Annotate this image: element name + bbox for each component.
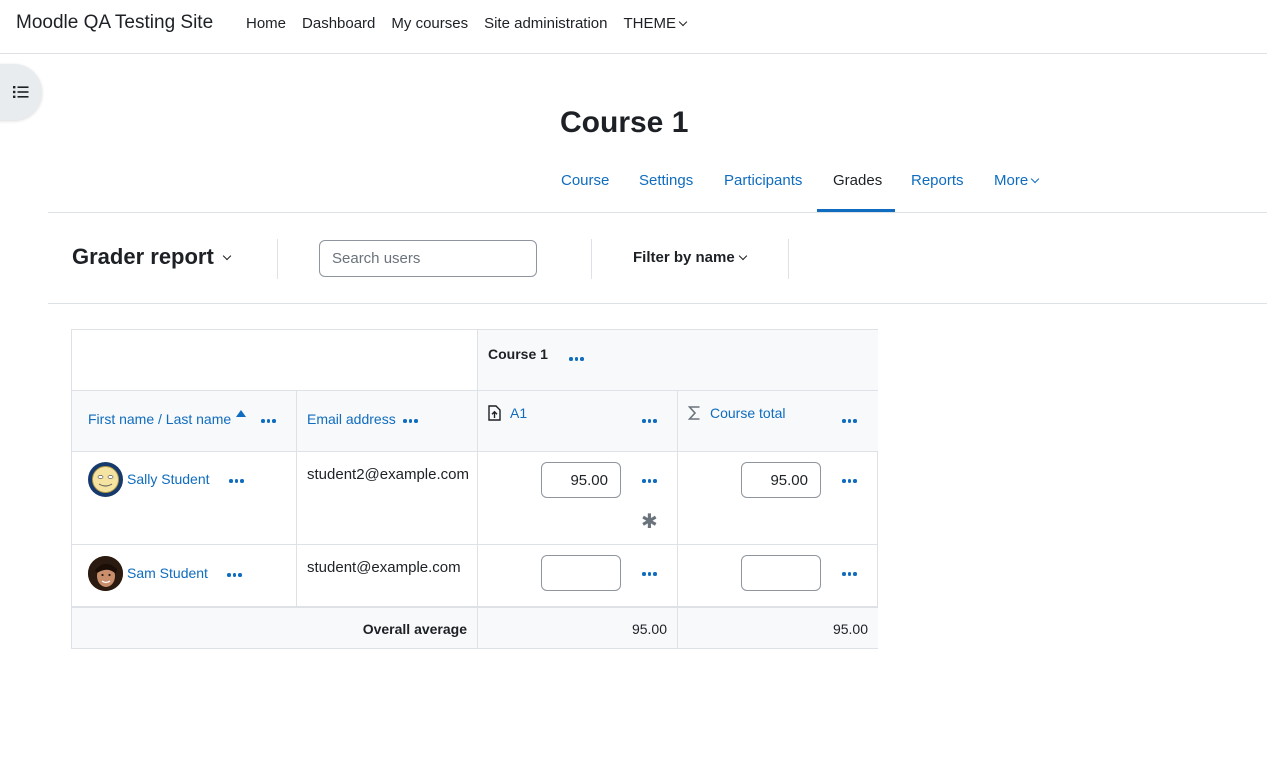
grade-input-a1[interactable] <box>541 462 621 498</box>
grade-cell-total <box>678 452 878 545</box>
grader-table: Course 1 First name / Last name Email ad… <box>71 329 878 649</box>
search-users-input[interactable] <box>319 240 537 277</box>
photo-avatar-image <box>88 556 123 591</box>
secondary-navigation: Course Settings Participants Grades Repo… <box>48 160 1267 213</box>
course-index-toggle[interactable] <box>0 64 42 120</box>
nav-theme-menu[interactable]: THEME <box>623 15 688 32</box>
chevron-down-icon <box>222 251 232 261</box>
tab-participants[interactable]: Participants <box>724 172 802 189</box>
page-title: Course 1 <box>560 106 689 139</box>
header-total-cell: Course total <box>678 391 878 452</box>
sort-by-last-name-link[interactable]: Last name <box>166 411 231 427</box>
avatar[interactable] <box>88 462 123 497</box>
name-separator: / <box>154 411 166 427</box>
student-email: student2@example.com <box>307 466 469 483</box>
category-actions-menu[interactable] <box>569 354 584 364</box>
theme-label: THEME <box>623 15 677 32</box>
grade-cell-a1 <box>478 545 678 607</box>
name-column-actions-menu[interactable] <box>261 416 276 426</box>
grade-cell-total <box>678 545 878 607</box>
overall-average-label: Overall average <box>362 621 467 637</box>
divider <box>788 239 789 279</box>
tab-more[interactable]: More <box>994 172 1040 189</box>
avatar[interactable] <box>88 556 123 591</box>
chevron-down-icon <box>738 251 747 261</box>
tab-settings[interactable]: Settings <box>639 172 693 189</box>
total-column-actions-menu[interactable] <box>842 416 857 426</box>
grade-input-course-total[interactable] <box>741 555 821 591</box>
student-name-link[interactable]: Sam Student <box>127 565 208 581</box>
report-selector-label: Grader report <box>72 244 214 269</box>
divider <box>591 239 592 279</box>
tab-reports[interactable]: Reports <box>911 172 964 189</box>
assignment-icon <box>488 405 501 421</box>
filter-by-name-button[interactable]: Filter by name <box>633 249 747 266</box>
student-actions-menu[interactable] <box>229 476 244 486</box>
overridden-asterisk-icon: ✱ <box>641 511 658 533</box>
table-row-name-cell: Sam Student <box>72 545 297 607</box>
grade-input-course-total[interactable] <box>741 462 821 498</box>
sigma-icon <box>688 406 700 420</box>
student-actions-menu[interactable] <box>227 570 242 580</box>
nav-dashboard[interactable]: Dashboard <box>302 15 375 32</box>
grade-input-a1[interactable] <box>541 555 621 591</box>
course-total-link[interactable]: Course total <box>710 405 785 421</box>
table-row-name-cell: Sally Student <box>72 452 297 545</box>
tab-course[interactable]: Course <box>561 172 609 189</box>
a1-column-actions-menu[interactable] <box>642 416 657 426</box>
student-email: student@example.com <box>307 559 461 576</box>
empty-header-cell <box>72 330 478 391</box>
more-label: More <box>994 172 1029 189</box>
grade-cell-actions-menu[interactable] <box>642 476 657 486</box>
average-cell-a1: 95.00 <box>478 607 678 648</box>
category-name: Course 1 <box>488 346 548 362</box>
tab-grades[interactable]: Grades <box>833 172 882 189</box>
average-cell-total: 95.00 <box>678 607 878 648</box>
smiley-avatar-image <box>92 466 119 493</box>
average-value-total: 95.00 <box>832 621 868 637</box>
sort-by-email-link[interactable]: Email address <box>307 411 396 427</box>
header-email-cell: Email address <box>297 391 478 452</box>
grade-cell-actions-menu[interactable] <box>842 476 857 486</box>
header-name-cell: First name / Last name <box>72 391 297 452</box>
table-row-email-cell: student2@example.com <box>297 452 478 545</box>
nav-site-administration[interactable]: Site administration <box>484 15 607 32</box>
divider <box>277 239 278 279</box>
sort-ascending-icon <box>236 410 246 417</box>
nav-my-courses[interactable]: My courses <box>391 15 468 32</box>
email-column-actions-menu[interactable] <box>403 416 418 426</box>
primary-navigation: Home Dashboard My courses Site administr… <box>246 15 702 32</box>
grade-cell-a1: ✱ <box>478 452 678 545</box>
category-header-cell: Course 1 <box>478 330 878 391</box>
nav-home[interactable]: Home <box>246 15 286 32</box>
site-name[interactable]: Moodle QA Testing Site <box>16 12 213 34</box>
chevron-down-icon <box>678 17 688 27</box>
header-a1-cell: A1 <box>478 391 678 452</box>
active-tab-indicator <box>817 209 895 212</box>
overall-average-label-cell: Overall average <box>72 607 478 648</box>
top-navbar: Moodle QA Testing Site Home Dashboard My… <box>0 0 1267 54</box>
table-row-email-cell: student@example.com <box>297 545 478 607</box>
grade-action-bar: Grader report Filter by name <box>48 213 1267 304</box>
list-icon <box>13 86 29 98</box>
average-value-a1: 95.00 <box>631 621 667 637</box>
filter-label: Filter by name <box>633 249 735 266</box>
sort-name-header: First name / Last name <box>88 411 231 427</box>
grade-cell-actions-menu[interactable] <box>842 569 857 579</box>
a1-item-link[interactable]: A1 <box>510 405 527 421</box>
student-name-link[interactable]: Sally Student <box>127 471 210 487</box>
sort-by-first-name-link[interactable]: First name <box>88 411 154 427</box>
chevron-down-icon <box>1030 174 1040 184</box>
report-selector[interactable]: Grader report <box>72 244 232 270</box>
grade-cell-actions-menu[interactable] <box>642 569 657 579</box>
